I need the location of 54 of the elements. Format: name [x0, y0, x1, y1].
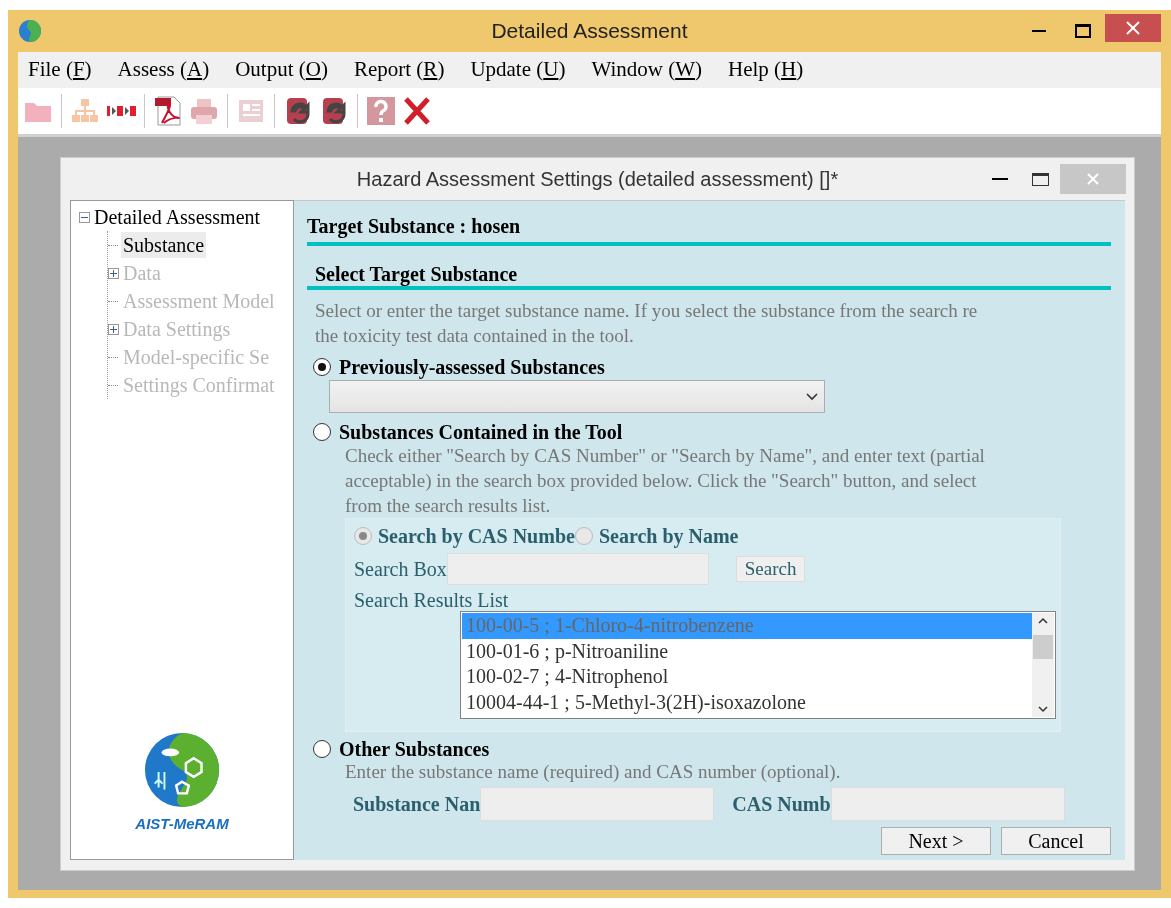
option-label: Substances Contained in the Tool: [339, 421, 623, 443]
search-mode-label: Search by Name: [598, 524, 739, 550]
result-item[interactable]: 10004-44-1 ; 5-Methyl-3(2H)-isoxazolone: [462, 689, 1032, 715]
search-box-label: Search Box: [354, 557, 447, 582]
menu-item[interactable]: Output (O): [235, 54, 328, 86]
results-label: Search Results List: [354, 589, 510, 611]
radio-button[interactable]: [313, 740, 331, 758]
scrollbar[interactable]: [1032, 613, 1054, 717]
search-results-list[interactable]: 100-00-5 ; 1-Chloro-4-nitrobenzene 100-01-6 ; p-Nitroaniline 100-02-7 ; 4-Nitrophenol 10004-44-1 ; 5-Methyl-3(2H)-isoxazolone: [460, 611, 1056, 719]
menu-item[interactable]: Help (H): [728, 54, 804, 86]
close-button[interactable]: [1105, 14, 1161, 42]
help-text: Enter the substance name (required) and CAS number (optional).: [344, 760, 842, 783]
scroll-down-icon[interactable]: [1038, 706, 1048, 713]
dialog-button[interactable]: Next >: [881, 827, 991, 855]
search-button[interactable]: Search: [735, 556, 806, 582]
close-icon[interactable]: [401, 95, 433, 127]
dialog-title: Hazard Assessment Settings (detailed assessment) []*: [356, 167, 839, 192]
tree-item[interactable]: Detailed Assessment: [92, 204, 263, 230]
radio-button[interactable]: [354, 527, 372, 545]
target-substance-heading: Target Substance : hosen: [307, 214, 522, 240]
menu-item[interactable]: Report (R): [353, 54, 445, 86]
radio-button[interactable]: [313, 423, 331, 441]
substance-name-field[interactable]: [480, 787, 715, 821]
section-heading: Select Target Substance: [314, 262, 519, 286]
menu-item[interactable]: Update (U): [470, 54, 566, 86]
pdf-icon[interactable]: [152, 95, 184, 127]
chevron-down-icon: [806, 392, 818, 401]
result-item[interactable]: 100-01-6 ; p-Nitroaniline: [462, 638, 1032, 664]
close-icon: [1087, 173, 1099, 185]
scrollbar-thumb[interactable]: [1033, 635, 1053, 659]
menu-item[interactable]: Window (W): [591, 54, 702, 86]
option-label: Previously-assessed Substances: [339, 356, 605, 378]
cas-number-label: CAS Numb: [732, 792, 831, 817]
search-mode-label: Search by CAS Numbe: [378, 524, 575, 550]
window-title: Detailed Assessment: [491, 18, 688, 45]
intro-text: Select or enter the target substance name. If you select the substance from the search re the toxicity test data contained in the tool.: [314, 299, 979, 348]
menu-item[interactable]: Assess (A): [117, 54, 210, 86]
search-input-field[interactable]: [446, 553, 709, 585]
menu-item[interactable]: File (F): [28, 54, 92, 86]
logo-text: AIST-MeRAM: [135, 813, 229, 834]
scroll-up-icon[interactable]: [1038, 617, 1048, 624]
option-label: Other Substances: [339, 738, 490, 760]
cas-number-field[interactable]: [830, 787, 1065, 821]
substance-name-label: Substance Nan: [353, 792, 481, 817]
radio-button[interactable]: [313, 358, 331, 376]
collapse-icon[interactable]: [79, 211, 90, 223]
globe-logo-icon: [18, 19, 42, 43]
logo-icon: [143, 730, 221, 809]
close-icon: [1126, 21, 1140, 35]
tree-item[interactable]: Substance: [121, 232, 207, 258]
result-item[interactable]: 100-02-7 ; 4-Nitrophenol: [462, 664, 1032, 690]
help-text: Check either "Search by CAS Number" or "Search by Name", and enter text (partial acceptable) in the search box provided below. Click the "Search" button, and select from the search results list.: [344, 444, 986, 518]
radio-button[interactable]: [574, 527, 593, 545]
dialog-button[interactable]: Cancel: [1001, 827, 1111, 855]
